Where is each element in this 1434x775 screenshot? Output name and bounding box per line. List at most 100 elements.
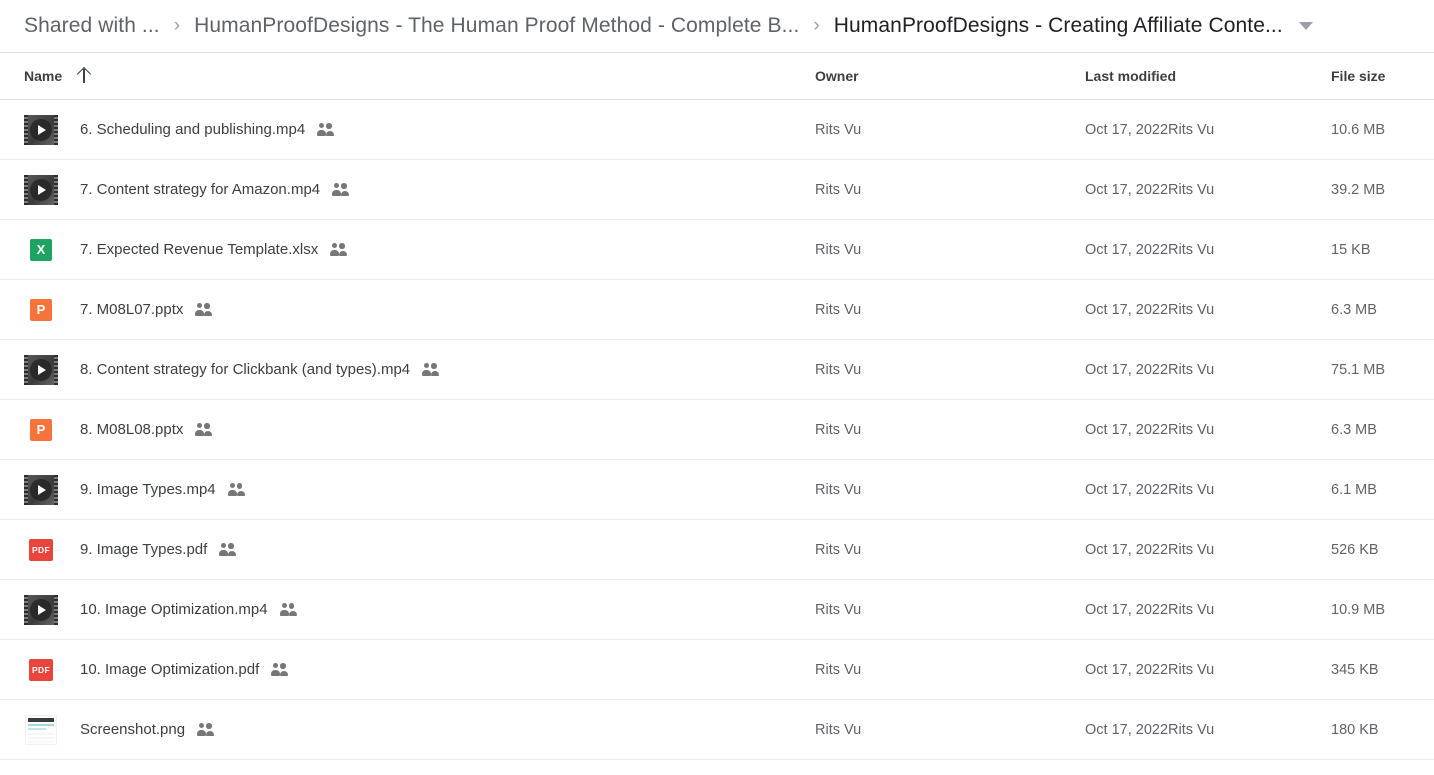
file-modified-cell: Oct 17, 2022Rits Vu — [1085, 482, 1331, 498]
file-size-cell: 15 KB — [1331, 242, 1412, 258]
file-name-cell[interactable]: 8. Content strategy for Clickbank (and t… — [24, 353, 815, 387]
file-modified-by: Rits Vu — [1168, 481, 1215, 498]
video-thumbnail-icon — [24, 473, 58, 507]
file-name-label: 9. Image Types.mp4 — [80, 481, 216, 498]
file-owner-label: Rits Vu — [815, 541, 862, 558]
file-size-label: 180 KB — [1331, 721, 1379, 738]
people-shared-icon — [195, 422, 213, 437]
file-modified-by: Rits Vu — [1168, 121, 1215, 138]
table-row[interactable]: 10. Image Optimization.mp4 Rits Vu Oct 17,… — [0, 580, 1434, 640]
file-name-label: 8. Content strategy for Clickbank (and t… — [80, 361, 411, 378]
file-size-cell: 10.6 MB — [1331, 122, 1412, 138]
file-size-cell: 6.3 MB — [1331, 422, 1412, 438]
file-name-cell[interactable]: 6. Scheduling and publishing.mp4 — [24, 113, 815, 147]
file-name-cell[interactable]: P 7. M08L07.pptx — [24, 293, 815, 327]
file-size-cell: 180 KB — [1331, 722, 1412, 738]
file-modified-date: Oct 17, 2022 — [1085, 601, 1169, 618]
table-row[interactable]: PDF 10. Image Optimization.pdf Rits Vu Oct … — [0, 640, 1434, 700]
file-modified-cell: Oct 17, 2022Rits Vu — [1085, 722, 1331, 738]
column-header-last-modified-label: Last modified — [1085, 68, 1177, 84]
column-header-owner[interactable]: Owner — [815, 68, 1085, 84]
file-modified-by: Rits Vu — [1168, 181, 1215, 198]
file-name-label: 7. M08L07.pptx — [80, 301, 184, 318]
file-owner-cell: Rits Vu — [815, 122, 1085, 138]
video-thumbnail-icon — [24, 113, 58, 147]
table-row[interactable]: 6. Scheduling and publishing.mp4 Rits Vu O… — [0, 100, 1434, 160]
file-owner-cell: Rits Vu — [815, 482, 1085, 498]
file-modified-by: Rits Vu — [1168, 421, 1215, 438]
pdf-icon: PDF — [24, 533, 58, 567]
file-name-label: 7. Expected Revenue Template.xlsx — [80, 241, 319, 258]
people-shared-icon — [271, 662, 289, 677]
file-name-cell[interactable]: X 7. Expected Revenue Template.xlsx — [24, 233, 815, 267]
file-size-label: 6.1 MB — [1331, 481, 1377, 498]
file-owner-cell: Rits Vu — [815, 722, 1085, 738]
table-row[interactable]: 9. Image Types.mp4 Rits Vu Oct 17, 2022Rit… — [0, 460, 1434, 520]
file-name-cell[interactable]: PDF 9. Image Types.pdf — [24, 533, 815, 567]
file-owner-label: Rits Vu — [815, 721, 862, 738]
file-modified-date: Oct 17, 2022 — [1085, 361, 1169, 378]
file-modified-cell: Oct 17, 2022Rits Vu — [1085, 542, 1331, 558]
file-name-cell[interactable]: P 8. M08L08.pptx — [24, 413, 815, 447]
breadcrumb: Shared with ... › HumanProofDesigns - Th… — [0, 0, 1434, 52]
table-row[interactable]: Screenshot.png Rits Vu Oct 17, 2022Rits Vu… — [0, 700, 1434, 760]
file-owner-cell: Rits Vu — [815, 662, 1085, 678]
pdf-icon: PDF — [24, 653, 58, 687]
breadcrumb-item-0[interactable]: Shared with ... — [22, 11, 162, 41]
arrow-up-icon[interactable] — [76, 68, 92, 84]
file-modified-cell: Oct 17, 2022Rits Vu — [1085, 122, 1331, 138]
column-header-last-modified[interactable]: Last modified — [1085, 68, 1331, 84]
file-owner-label: Rits Vu — [815, 301, 862, 318]
column-header-row: Name Owner Last modified File size — [0, 53, 1434, 99]
file-modified-by: Rits Vu — [1168, 601, 1215, 618]
file-size-cell: 10.9 MB — [1331, 602, 1412, 618]
column-header-name[interactable]: Name — [24, 68, 815, 84]
people-shared-icon — [197, 722, 215, 737]
column-header-file-size-label: File size — [1331, 68, 1386, 84]
file-name-cell[interactable]: Screenshot.png — [24, 713, 815, 747]
file-name-label: 6. Scheduling and publishing.mp4 — [80, 121, 306, 138]
people-shared-icon — [332, 182, 350, 197]
table-row[interactable]: 8. Content strategy for Clickbank (and t… — [0, 340, 1434, 400]
breadcrumb-item-2[interactable]: HumanProofDesigns - Creating Affiliate C… — [832, 11, 1285, 41]
file-modified-by: Rits Vu — [1168, 361, 1215, 378]
file-size-label: 526 KB — [1331, 541, 1379, 558]
file-size-cell: 345 KB — [1331, 662, 1412, 678]
file-size-label: 10.6 MB — [1331, 121, 1385, 138]
file-modified-cell: Oct 17, 2022Rits Vu — [1085, 302, 1331, 318]
file-modified-date: Oct 17, 2022 — [1085, 421, 1169, 438]
powerpoint-icon: P — [24, 293, 58, 327]
table-row[interactable]: 7. Content strategy for Amazon.mp4 Rits V… — [0, 160, 1434, 220]
file-modified-date: Oct 17, 2022 — [1085, 301, 1169, 318]
file-owner-label: Rits Vu — [815, 481, 862, 498]
file-size-cell: 75.1 MB — [1331, 362, 1412, 378]
file-name-label: 9. Image Types.pdf — [80, 541, 208, 558]
file-owner-label: Rits Vu — [815, 601, 862, 618]
people-shared-icon — [317, 122, 335, 137]
table-row[interactable]: P 8. M08L08.pptx Rits Vu Oct 17, 2022Rits V… — [0, 400, 1434, 460]
file-name-cell[interactable]: PDF 10. Image Optimization.pdf — [24, 653, 815, 687]
file-modified-date: Oct 17, 2022 — [1085, 541, 1169, 558]
file-owner-label: Rits Vu — [815, 241, 862, 258]
people-shared-icon — [195, 302, 213, 317]
file-name-cell[interactable]: 7. Content strategy for Amazon.mp4 — [24, 173, 815, 207]
file-size-label: 75.1 MB — [1331, 361, 1385, 378]
breadcrumb-separator: › — [173, 15, 181, 36]
breadcrumb-separator: › — [813, 15, 820, 36]
table-row[interactable]: PDF 9. Image Types.pdf Rits Vu Oct 17, 2022… — [0, 520, 1434, 580]
people-shared-icon — [219, 542, 237, 557]
file-modified-cell: Oct 17, 2022Rits Vu — [1085, 182, 1331, 198]
file-modified-date: Oct 17, 2022 — [1085, 721, 1169, 738]
file-modified-cell: Oct 17, 2022Rits Vu — [1085, 602, 1331, 618]
file-modified-date: Oct 17, 2022 — [1085, 241, 1169, 258]
file-size-label: 15 KB — [1331, 241, 1371, 258]
people-shared-icon — [279, 602, 298, 617]
table-row[interactable]: X 7. Expected Revenue Template.xlsx Rits V… — [0, 220, 1434, 280]
file-name-cell[interactable]: 9. Image Types.mp4 — [24, 473, 815, 507]
file-modified-date: Oct 17, 2022 — [1085, 661, 1169, 678]
table-row[interactable]: P 7. M08L07.pptx Rits Vu Oct 17, 2022Rits V… — [0, 280, 1434, 340]
file-name-cell[interactable]: 10. Image Optimization.mp4 — [24, 593, 815, 627]
chevron-down-icon[interactable] — [1298, 22, 1313, 30]
breadcrumb-item-1[interactable]: HumanProofDesigns - The Human Proof Meth… — [192, 11, 801, 41]
column-header-file-size[interactable]: File size — [1331, 68, 1412, 84]
